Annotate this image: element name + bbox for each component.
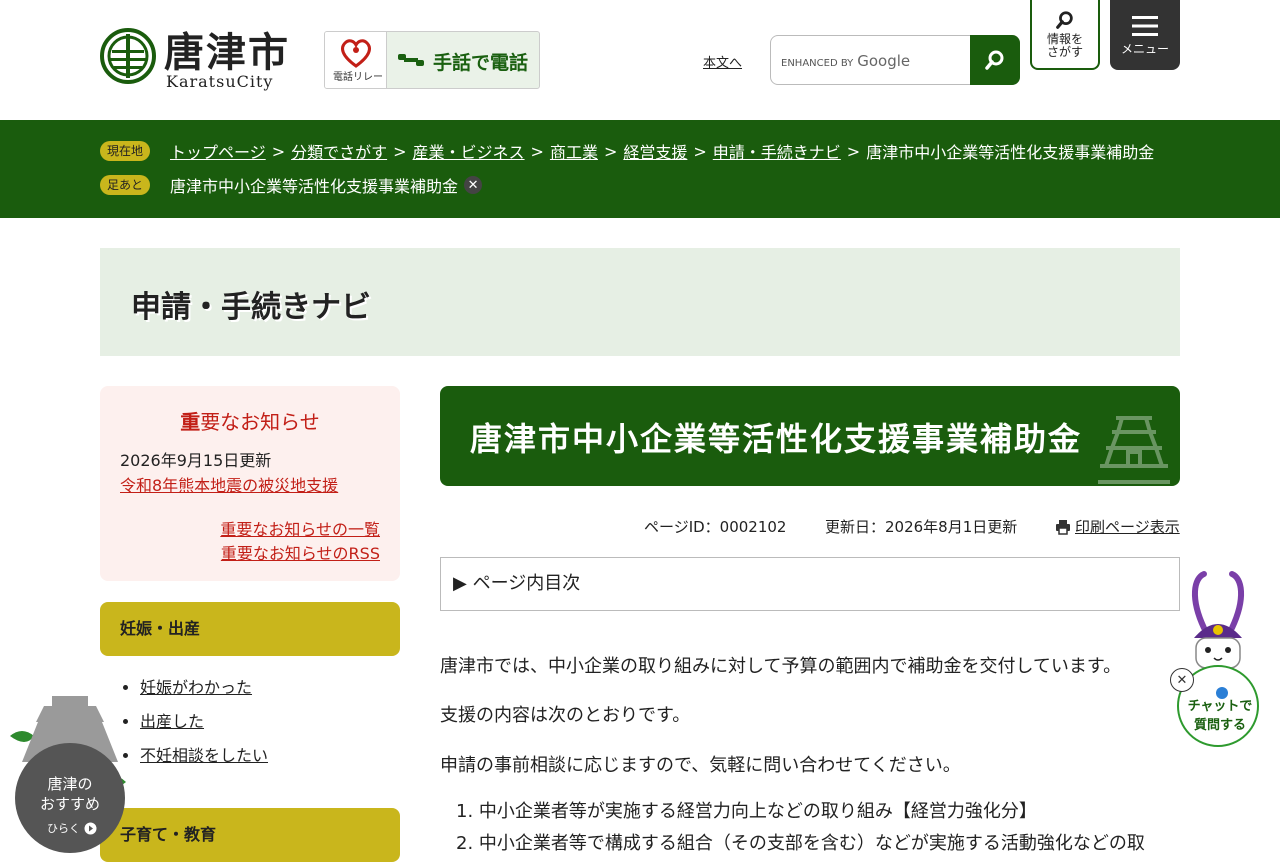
find-info-label-2: さがす <box>1046 44 1083 59</box>
sidebar-category-childcare[interactable]: 子育て・教育 <box>100 808 400 862</box>
breadcrumb-link-industry[interactable]: 産業・ビジネス <box>413 139 525 163</box>
breadcrumb-link-navi[interactable]: 申請・手続きナビ <box>713 139 841 163</box>
sign-banner-text: 手話で電話 <box>433 51 529 74</box>
notice-link[interactable]: 令和8年熊本地震の被災地支援 <box>120 472 338 496</box>
find-info-button[interactable]: 情報を さがす <box>1030 0 1100 70</box>
list-item: 不妊相談をしたい <box>140 744 268 778</box>
sidebar-category-pregnancy[interactable]: 妊娠・出産 <box>100 602 400 656</box>
support-list: 1. 中小企業者等が実施する経営力向上などの取り組み【経営力強化分】 2. 中小… <box>456 800 1145 864</box>
skip-to-content-link[interactable]: 本文へ <box>703 52 742 71</box>
sidebar-item-birth[interactable]: 出産した <box>140 712 204 731</box>
menu-button[interactable]: メニュー <box>1110 0 1180 70</box>
menu-label: メニュー <box>1120 41 1169 56</box>
body-paragraph-3: 申請の事前相談に応じますので、気軽に問い合わせてください。 <box>440 755 961 776</box>
chat-widget[interactable]: ✕ チャットで 質問する <box>1170 568 1266 753</box>
chat-label: チャットで 質問する <box>1187 699 1253 733</box>
important-notice-title: 重要なお知らせ <box>180 410 320 434</box>
body-paragraph-2: 支援の内容は次のとおりです。 <box>440 705 691 726</box>
play-icon <box>84 822 97 834</box>
page-id: ページID：0002102 <box>644 518 787 536</box>
notice-rss-link[interactable]: 重要なお知らせのRSS <box>221 540 380 564</box>
updated-date: 更新日：2026年8月1日更新 <box>825 518 1018 536</box>
recommend-label: 唐津の おすすめ <box>39 775 100 813</box>
phone-handset-icon <box>398 54 424 66</box>
sign-language-phone-banner[interactable]: 電話リレー 手話で電話 <box>324 31 540 89</box>
notice-date: 2026年9月15日更新 <box>120 451 272 470</box>
list-item: 1. 中小企業者等が実施する経営力向上などの取り組み【経営力強化分】 <box>456 801 1037 822</box>
breadcrumb-link-category[interactable]: 分類でさがす <box>291 139 387 163</box>
breadcrumb-band: 現在地 トップページ > 分類でさがす > 産業・ビジネス > 商工業 > 経営… <box>0 120 1280 218</box>
sidebar-item-infertility[interactable]: 不妊相談をしたい <box>140 746 268 765</box>
search-input[interactable] <box>779 46 969 74</box>
recommend-widget[interactable]: 唐津の おすすめ ひらく <box>8 690 128 855</box>
page-title-banner: 唐津市中小企業等活性化支援事業補助金 <box>440 386 1180 486</box>
site-header: 唐津市 KaratsuCity 電話リレー 手話で電話 本文へ ENHANCED… <box>0 0 1280 120</box>
relay-service-logo: 電話リレー <box>325 32 387 88</box>
heart-hands-icon <box>341 39 371 68</box>
current-location-badge: 現在地 <box>100 141 150 161</box>
breadcrumb-link-management[interactable]: 経営支援 <box>623 139 687 163</box>
breadcrumb-link-top[interactable]: トップページ <box>170 139 266 163</box>
site-search: ENHANCED BY Google <box>770 35 1020 85</box>
print-page-link[interactable]: 印刷ページ表示 <box>1055 516 1180 537</box>
logo-subtitle: KaratsuCity <box>166 72 274 91</box>
chat-close-icon[interactable]: ✕ <box>1170 668 1194 692</box>
search-button[interactable] <box>970 35 1020 85</box>
list-item: 妊娠がわかった <box>140 676 268 710</box>
breadcrumb: 現在地 トップページ > 分類でさがす > 産業・ビジネス > 商工業 > 経営… <box>100 139 1154 163</box>
search-icon <box>1056 10 1073 29</box>
history-item[interactable]: 唐津市中小企業等活性化支援事業補助金 <box>170 173 458 197</box>
hamburger-icon <box>1132 15 1158 36</box>
history-trail: 足あと 唐津市中小企業等活性化支援事業補助金 ✕ <box>100 173 483 197</box>
logo-title: 唐津市 <box>164 30 290 76</box>
castle-icon <box>1098 416 1170 484</box>
category-title: 申請・手続きナビ <box>131 290 371 325</box>
list-item: 2. 中小企業者等で構成する組合（その支部を含む）などが実施する活動強化などの取 <box>456 833 1145 854</box>
category-header: 申請・手続きナビ <box>100 248 1180 356</box>
recommend-open[interactable]: ひらく <box>42 820 102 836</box>
find-info-label-1: 情報を <box>1046 31 1083 46</box>
page-title: 唐津市中小企業等活性化支援事業補助金 <box>470 420 1083 458</box>
body-paragraph-1: 唐津市では、中小企業の取り組みに対して予算の範囲内で補助金を交付しています。 <box>440 656 1122 677</box>
sidebar-item-pregnant[interactable]: 妊娠がわかった <box>140 678 252 697</box>
history-badge: 足あと <box>100 175 150 195</box>
page-toc-toggle[interactable]: ▶ ページ内目次 <box>440 557 1180 611</box>
history-remove-icon[interactable]: ✕ <box>464 176 483 194</box>
site-logo[interactable]: 唐津市 KaratsuCity <box>100 26 300 96</box>
breadcrumb-link-commerce[interactable]: 商工業 <box>550 139 598 163</box>
sidebar-list: 妊娠がわかった 出産した 不妊相談をしたい <box>122 676 268 778</box>
list-item: 出産した <box>140 710 268 744</box>
relay-service-label: 電話リレー <box>333 72 383 83</box>
printer-icon <box>1056 519 1070 535</box>
search-icon <box>985 50 1004 70</box>
breadcrumb-current: 唐津市中小企業等活性化支援事業補助金 <box>866 143 1155 162</box>
karatsu-emblem-icon <box>100 28 156 84</box>
notice-list-link[interactable]: 重要なお知らせの一覧 <box>220 516 380 540</box>
important-notice-box: 重要なお知らせ 2026年9月15日更新 令和8年熊本地震の被災地支援 重要なお… <box>100 386 400 581</box>
